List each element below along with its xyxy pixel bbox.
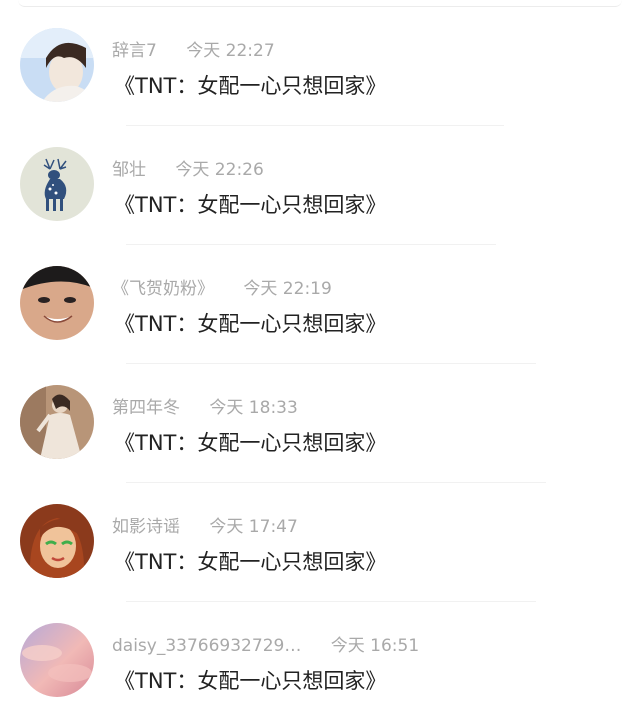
comment-item[interactable]: 《飞贺奶粉》 今天 22:19 《TNT：女配一心只想回家》 (0, 238, 640, 364)
comment-item[interactable]: 如影诗谣 今天 17:47 《TNT：女配一心只想回家》 (0, 476, 640, 602)
avatar-pink-sky-icon (20, 623, 94, 697)
comment-text: 《TNT：女配一心只想回家》 (114, 550, 387, 574)
avatar-cartoon-woman-icon (20, 504, 94, 578)
timestamp: 今天 22:27 (186, 41, 275, 61)
timestamp: 今天 18:33 (209, 398, 298, 418)
avatar[interactable] (20, 504, 94, 578)
comment-text: 《TNT：女配一心只想回家》 (114, 431, 387, 455)
avatar[interactable] (20, 147, 94, 221)
avatar-face-icon (20, 266, 94, 340)
comment-meta: 第四年冬 今天 18:33 (112, 393, 298, 418)
avatar-girl-dress-icon (20, 385, 94, 459)
avatar[interactable] (20, 266, 94, 340)
avatar[interactable] (20, 28, 94, 102)
username[interactable]: 辞言7 (112, 41, 157, 61)
timestamp: 今天 22:26 (175, 160, 264, 180)
comment-text: 《TNT：女配一心只想回家》 (114, 74, 387, 98)
username[interactable]: 《飞贺奶粉》 (112, 279, 214, 299)
timestamp: 今天 22:19 (243, 279, 332, 299)
comment-meta: 如影诗谣 今天 17:47 (112, 512, 298, 537)
comment-meta: 辞言7 今天 22:27 (112, 36, 275, 61)
comment-meta: 《飞贺奶粉》 今天 22:19 (112, 274, 332, 299)
username[interactable]: 邹壮 (112, 160, 146, 180)
comment-text: 《TNT：女配一心只想回家》 (114, 312, 387, 336)
timestamp: 今天 17:47 (209, 517, 298, 537)
comment-feed: 辞言7 今天 22:27 《TNT：女配一心只想回家》 邹壮 今天 22:26 … (0, 0, 640, 716)
username[interactable]: 第四年冬 (112, 398, 180, 418)
comment-item[interactable]: 第四年冬 今天 18:33 《TNT：女配一心只想回家》 (0, 357, 640, 483)
comment-meta: 邹壮 今天 22:26 (112, 155, 264, 180)
username[interactable]: daisy_33766932729… (112, 636, 301, 656)
timestamp: 今天 16:51 (330, 636, 420, 656)
comment-item[interactable]: 邹壮 今天 22:26 《TNT：女配一心只想回家》 (0, 119, 640, 245)
avatar-anime-boy-icon (20, 28, 94, 102)
username[interactable]: 如影诗谣 (112, 517, 180, 537)
avatar-deer-icon (20, 147, 94, 221)
comment-meta: daisy_33766932729… 今天 16:51 (112, 631, 419, 656)
comment-item[interactable]: daisy_33766932729… 今天 16:51 《TNT：女配一心只想回… (0, 595, 640, 714)
comment-item[interactable]: 辞言7 今天 22:27 《TNT：女配一心只想回家》 (0, 0, 640, 126)
comment-text: 《TNT：女配一心只想回家》 (114, 669, 387, 693)
avatar[interactable] (20, 623, 94, 697)
comment-text: 《TNT：女配一心只想回家》 (114, 193, 387, 217)
avatar[interactable] (20, 385, 94, 459)
